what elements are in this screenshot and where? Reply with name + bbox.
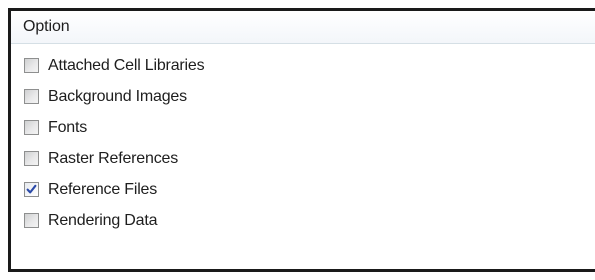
option-label: Fonts — [48, 118, 88, 136]
option-label: Raster References — [48, 149, 178, 167]
options-panel: Option Attached Cell Libraries Backgroun… — [8, 8, 595, 272]
option-label: Background Images — [48, 87, 187, 105]
background-images-checkbox[interactable] — [24, 89, 39, 104]
option-row-rendering-data[interactable]: Rendering Data — [24, 205, 595, 236]
option-row-background-images[interactable]: Background Images — [24, 81, 595, 112]
checkmark-icon — [26, 184, 37, 194]
fonts-checkbox[interactable] — [24, 120, 39, 135]
option-label: Reference Files — [48, 180, 158, 198]
raster-references-checkbox[interactable] — [24, 151, 39, 166]
attached-cell-libraries-checkbox[interactable] — [24, 58, 39, 73]
options-list: Attached Cell Libraries Background Image… — [11, 44, 595, 236]
option-label: Rendering Data — [48, 211, 158, 229]
option-label: Attached Cell Libraries — [48, 56, 205, 74]
option-row-reference-files[interactable]: Reference Files — [24, 174, 595, 205]
option-row-attached-cell-libraries[interactable]: Attached Cell Libraries — [24, 50, 595, 81]
option-column-header[interactable]: Option — [11, 11, 595, 44]
option-column-header-label: Option — [23, 18, 70, 35]
rendering-data-checkbox[interactable] — [24, 213, 39, 228]
reference-files-checkbox[interactable] — [24, 182, 39, 197]
option-row-fonts[interactable]: Fonts — [24, 112, 595, 143]
option-row-raster-references[interactable]: Raster References — [24, 143, 595, 174]
